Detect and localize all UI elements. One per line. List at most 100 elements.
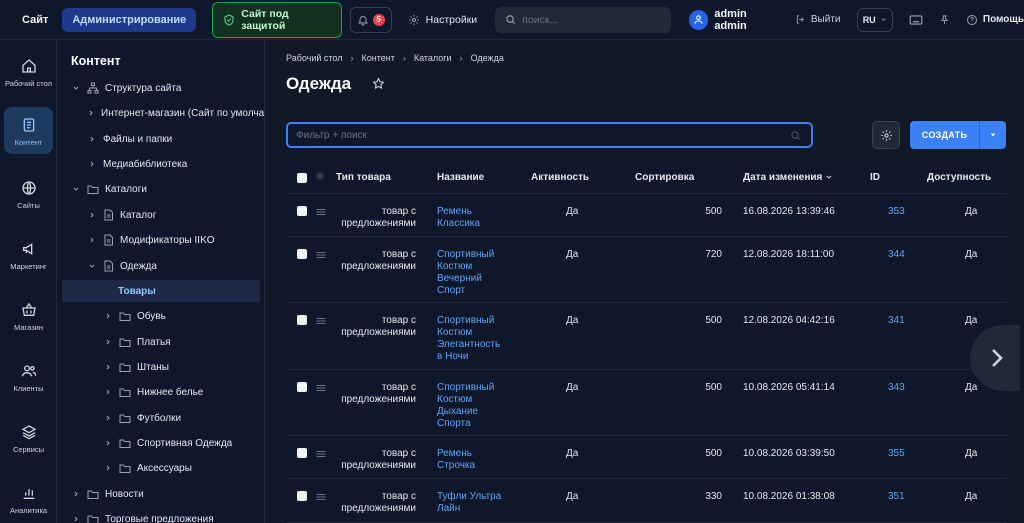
- chevron-down-icon[interactable]: [87, 262, 97, 270]
- settings-button[interactable]: Настройки: [408, 14, 477, 26]
- drag-handle-icon[interactable]: [316, 450, 326, 458]
- row-checkbox[interactable]: [297, 249, 307, 259]
- row-checkbox[interactable]: [297, 206, 307, 216]
- chevron-right-icon[interactable]: [103, 312, 113, 320]
- tree-item-media[interactable]: Медиабиблиотека: [57, 153, 264, 175]
- chevron-right-icon[interactable]: [103, 338, 113, 346]
- chevron-right-icon[interactable]: [103, 363, 113, 371]
- tree-item-underwear[interactable]: Нижнее белье: [57, 381, 264, 403]
- create-button[interactable]: СОЗДАТЬ: [910, 121, 1006, 149]
- tree-item-site-structure[interactable]: Структура сайта: [57, 77, 264, 99]
- tree-item-files[interactable]: Файлы и папки: [57, 128, 264, 150]
- language-select[interactable]: RU: [856, 7, 893, 32]
- column-header-active[interactable]: Активность: [531, 172, 589, 183]
- table-row[interactable]: товар с предложениями Туфли Ультра Лайн …: [286, 479, 1007, 523]
- chevron-right-icon[interactable]: [87, 135, 97, 143]
- row-checkbox[interactable]: [297, 448, 307, 458]
- table-row[interactable]: товар с предложениями Спортивный Костюм …: [286, 303, 1007, 370]
- drag-handle-icon[interactable]: [316, 208, 326, 216]
- breadcrumb-item[interactable]: Каталоги: [414, 53, 452, 63]
- logout-button[interactable]: Выйти: [795, 14, 841, 25]
- tree-item-goods[interactable]: Товары: [62, 280, 260, 302]
- tree-item-news[interactable]: Новости: [57, 483, 264, 505]
- gear-icon[interactable]: [315, 171, 325, 181]
- nav-marketing[interactable]: Маркетинг: [4, 239, 53, 272]
- table-row[interactable]: товар с предложениями Ремень Строчка Да …: [286, 436, 1007, 479]
- filter-search-input[interactable]: [296, 129, 776, 141]
- cell-name-link[interactable]: Ремень Строчка: [437, 448, 507, 472]
- breadcrumb-item[interactable]: Одежда: [471, 53, 504, 63]
- cell-id-link[interactable]: 353: [888, 206, 905, 218]
- chevron-right-icon[interactable]: [87, 211, 97, 219]
- tree-item-iiko-modifiers[interactable]: Модификаторы IIKO: [57, 229, 264, 251]
- notifications-button[interactable]: 5: [349, 6, 392, 33]
- cell-id-link[interactable]: 355: [888, 448, 905, 460]
- tree-item-sportswear[interactable]: Спортивная Одежда: [57, 432, 264, 454]
- nav-analytics[interactable]: Аналитика: [4, 483, 53, 516]
- tree-item-tshirts[interactable]: Футболки: [57, 407, 264, 429]
- chevron-right-icon[interactable]: [103, 388, 113, 396]
- tree-item-shop[interactable]: Интернет-магазин (Сайт по умолчанию): [57, 102, 264, 124]
- breadcrumb-item[interactable]: Рабочий стол: [286, 53, 343, 63]
- cell-id-link[interactable]: 341: [888, 315, 905, 327]
- cell-name-link[interactable]: Спортивный Костюм Вечерний Спорт: [437, 249, 507, 297]
- chevron-right-icon[interactable]: [87, 109, 95, 117]
- chevron-down-icon[interactable]: [71, 185, 81, 193]
- tree-item-catalogs[interactable]: Каталоги: [57, 178, 264, 200]
- chevron-down-icon[interactable]: [71, 84, 81, 92]
- cell-name-link[interactable]: Спортивный Костюм Дыхание Спорта: [437, 382, 507, 430]
- column-header-id[interactable]: ID: [870, 172, 880, 183]
- column-header-modified[interactable]: Дата изменения: [743, 172, 822, 183]
- tree-item-offers[interactable]: Торговые предложения: [57, 508, 264, 523]
- table-row[interactable]: товар с предложениями Спортивный Костюм …: [286, 237, 1007, 303]
- tree-item-accessories[interactable]: Аксессуары: [57, 457, 264, 479]
- cell-name-link[interactable]: Ремень Классика: [437, 206, 507, 230]
- list-settings-button[interactable]: [872, 121, 900, 149]
- cell-name-link[interactable]: Спортивный Костюм Элегантность в Ночи: [437, 315, 507, 363]
- row-checkbox[interactable]: [297, 491, 307, 501]
- help-button[interactable]: Помощь: [966, 14, 1024, 26]
- user-menu[interactable]: admin admin: [689, 8, 779, 32]
- table-row[interactable]: товар с предложениями Спортивный Костюм …: [286, 370, 1007, 436]
- chevron-right-icon[interactable]: [87, 160, 97, 168]
- create-dropdown-toggle[interactable]: [980, 131, 1006, 139]
- global-search-input[interactable]: [522, 13, 663, 26]
- tree-item-shoes[interactable]: Обувь: [57, 305, 264, 327]
- cell-id-link[interactable]: 344: [888, 249, 905, 261]
- row-checkbox[interactable]: [297, 382, 307, 392]
- nav-clients[interactable]: Клиенты: [4, 361, 53, 394]
- breadcrumb-item[interactable]: Контент: [362, 53, 395, 63]
- select-all-checkbox[interactable]: [297, 173, 307, 183]
- tree-item-dresses[interactable]: Платья: [57, 331, 264, 353]
- chevron-right-icon[interactable]: [71, 490, 81, 498]
- drag-handle-icon[interactable]: [316, 317, 326, 325]
- column-header-name[interactable]: Название: [437, 172, 484, 183]
- column-header-type[interactable]: Тип товара: [336, 172, 391, 183]
- chevron-right-icon[interactable]: [103, 439, 113, 447]
- chevron-right-icon[interactable]: [103, 464, 113, 472]
- chevron-right-icon[interactable]: [103, 414, 113, 422]
- nav-dashboard[interactable]: Рабочий стол: [4, 56, 53, 89]
- admin-tab[interactable]: Администрирование: [62, 7, 197, 32]
- nav-sites[interactable]: Сайты: [4, 178, 53, 211]
- chevron-right-icon[interactable]: [71, 515, 81, 523]
- keyboard-button[interactable]: [909, 14, 923, 26]
- drag-handle-icon[interactable]: [316, 384, 326, 392]
- column-header-sort[interactable]: Сортировка: [635, 172, 694, 183]
- cell-name-link[interactable]: Туфли Ультра Лайн: [437, 491, 507, 515]
- tree-item-clothes[interactable]: Одежда: [57, 255, 264, 277]
- drag-handle-icon[interactable]: [316, 251, 326, 259]
- nav-shop[interactable]: Магазин: [4, 300, 53, 333]
- sort-desc-icon[interactable]: [825, 173, 833, 181]
- site-tab[interactable]: Сайт: [14, 8, 56, 32]
- column-header-available[interactable]: Доступность: [927, 172, 991, 183]
- nav-services[interactable]: Сервисы: [4, 422, 53, 455]
- drag-handle-icon[interactable]: [316, 493, 326, 501]
- tree-item-pants[interactable]: Штаны: [57, 356, 264, 378]
- nav-content[interactable]: Контент: [4, 107, 53, 154]
- tree-item-catalog[interactable]: Каталог: [57, 204, 264, 226]
- site-protected-button[interactable]: Сайт под защитой: [212, 1, 342, 38]
- cell-id-link[interactable]: 343: [888, 382, 905, 394]
- pin-button[interactable]: [939, 14, 950, 26]
- row-checkbox[interactable]: [297, 315, 307, 325]
